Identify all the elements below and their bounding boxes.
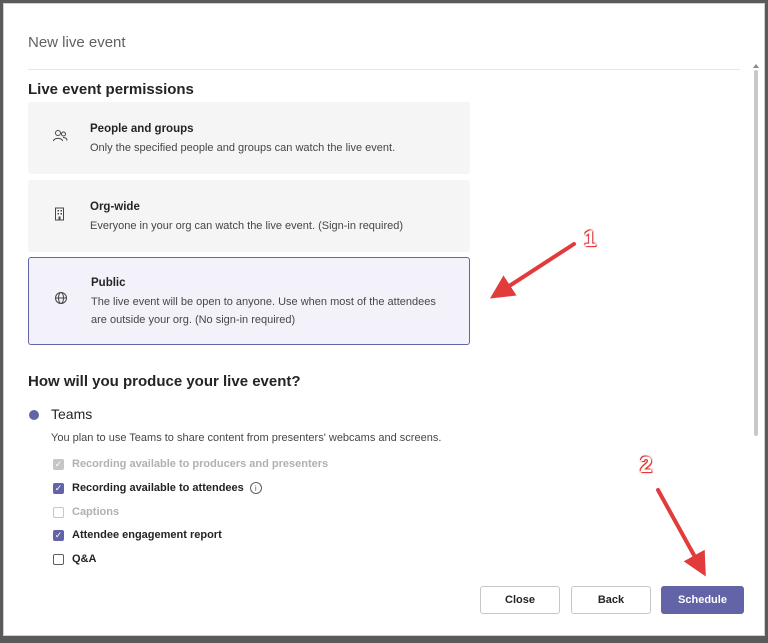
annotation-arrow-1 [489, 242, 576, 299]
annotation-arrows [489, 242, 706, 577]
annotation-arrow-2 [656, 488, 706, 577]
annotation-marker-1: 1 [584, 226, 597, 251]
annotation-marker-2: 2 [640, 452, 653, 477]
